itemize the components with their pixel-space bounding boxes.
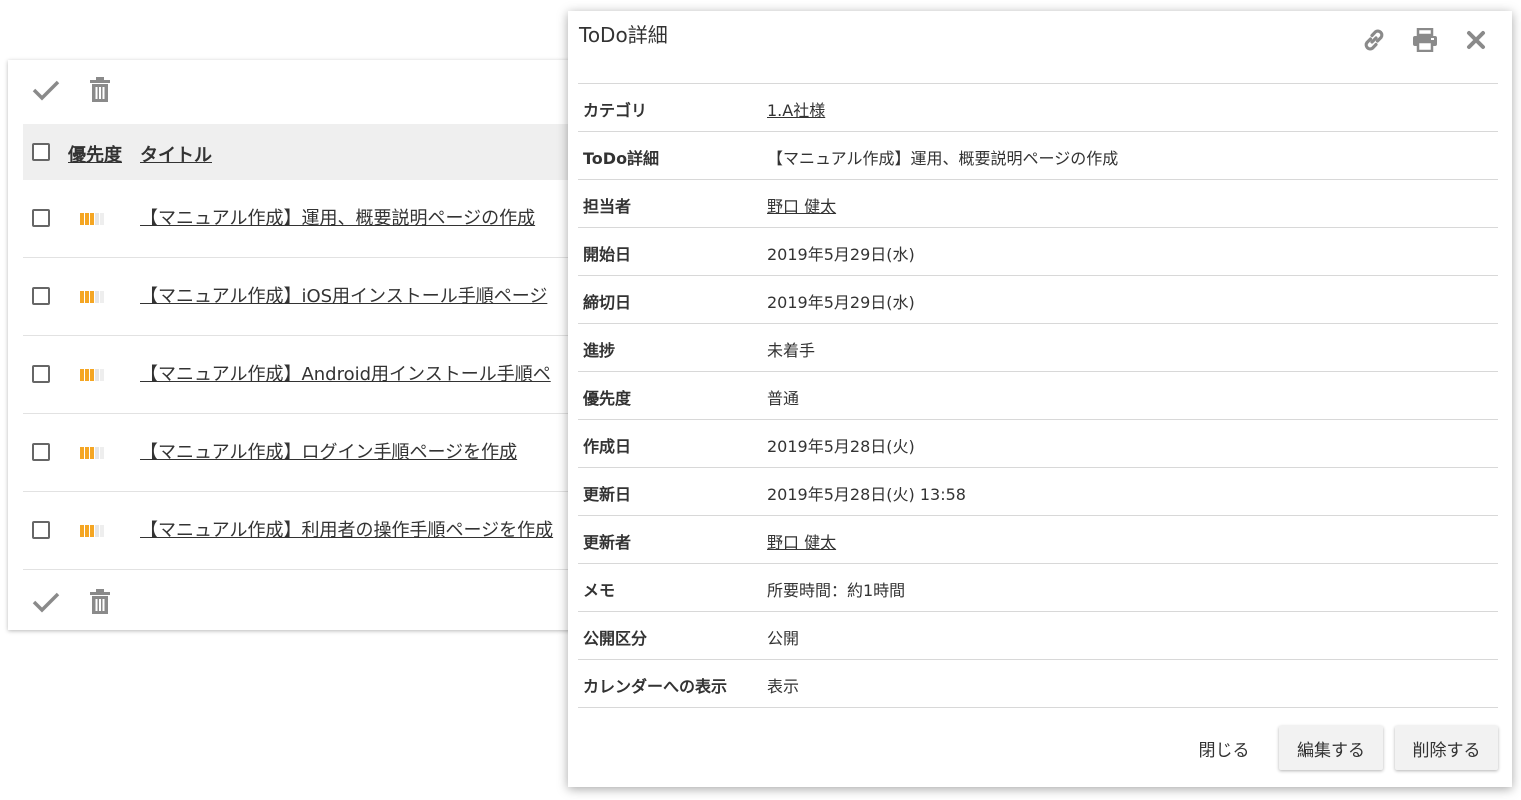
row-checkbox[interactable] [32,287,50,305]
priority-indicator [80,525,104,537]
detail-row-category: カテゴリ 1.A社様 [578,84,1498,132]
detail-label: カレンダーへの表示 [583,677,728,696]
detail-row-progress: 進捗 未着手 [578,324,1498,372]
detail-row-assignee: 担当者 野口 健太 [578,180,1498,228]
detail-value: 表示 [767,677,800,696]
row-checkbox[interactable] [32,443,50,461]
todo-rows: 【マニュアル作成】運用、概要説明ページの作成 【マニュアル作成】iOS用インスト… [23,180,608,570]
detail-label: ToDo詳細 [583,149,660,168]
detail-table: カテゴリ 1.A社様 ToDo詳細 【マニュアル作成】運用、概要説明ページの作成… [578,83,1498,708]
list-toolbar-top [8,60,608,116]
select-all-checkbox[interactable] [32,143,50,161]
list-toolbar-bottom [8,572,608,628]
detail-row-updated: 更新日 2019年5月28日(火) 13:58 [578,468,1498,516]
detail-value: 2019年5月28日(火) 13:58 [767,485,966,504]
dialog-footer: 閉じる 編集する 削除する [568,726,1512,772]
detail-row-priority: 優先度 普通 [578,372,1498,420]
detail-row-calendar: カレンダーへの表示 表示 [578,660,1498,708]
detail-label: 作成日 [583,437,632,456]
close-icon[interactable] [1461,25,1491,55]
delete-button[interactable]: 削除する [1395,726,1498,770]
trash-icon[interactable] [84,586,116,618]
updater-link[interactable]: 野口 健太 [767,529,836,553]
title-column-header[interactable]: タイトル [140,141,212,167]
detail-row-created: 作成日 2019年5月28日(火) [578,420,1498,468]
category-link[interactable]: 1.A社様 [767,97,825,121]
detail-value: 2019年5月29日(水) [767,293,915,312]
table-row: 【マニュアル作成】iOS用インストール手順ページ [23,258,608,336]
check-icon[interactable] [30,586,62,618]
detail-value: 2019年5月29日(水) [767,245,915,264]
list-header: 優先度 タイトル [23,124,608,180]
table-row: 【マニュアル作成】利用者の操作手順ページを作成 [23,492,608,570]
priority-indicator [80,213,104,225]
todo-list-panel: 優先度 タイトル 【マニュアル作成】運用、概要説明ページの作成 【マニュアル作成… [8,60,608,630]
detail-row-start-date: 開始日 2019年5月29日(水) [578,228,1498,276]
dialog-title: ToDo詳細 [579,23,668,47]
detail-label: 開始日 [583,245,632,264]
todo-title-link[interactable]: 【マニュアル作成】Android用インストール手順ペ [140,360,608,386]
assignee-link[interactable]: 野口 健太 [767,193,836,217]
edit-button[interactable]: 編集する [1279,726,1383,770]
detail-label: 更新者 [583,533,632,552]
print-icon[interactable] [1410,25,1440,55]
table-row: 【マニュアル作成】運用、概要説明ページの作成 [23,180,608,258]
link-icon[interactable] [1359,25,1389,55]
todo-detail-dialog: ToDo詳細 カテゴリ 1.A社様 ToDo詳細 【マニュアル作成】運用、概要説… [568,11,1512,787]
trash-icon[interactable] [84,74,116,106]
detail-label: 更新日 [583,485,632,504]
detail-label: メモ [583,581,616,600]
todo-title-link[interactable]: 【マニュアル作成】利用者の操作手順ページを作成 [140,516,608,542]
detail-value: 普通 [767,389,800,408]
priority-indicator [80,369,104,381]
detail-row-memo: メモ 所要時間：約1時間 [578,564,1498,612]
priority-indicator [80,291,104,303]
todo-title-link[interactable]: 【マニュアル作成】ログイン手順ページを作成 [140,438,608,464]
detail-label: 担当者 [583,197,632,216]
detail-label: 優先度 [583,389,632,408]
todo-title-link[interactable]: 【マニュアル作成】iOS用インストール手順ページ [140,282,608,308]
detail-row-updater: 更新者 野口 健太 [578,516,1498,564]
detail-label: 締切日 [583,293,632,312]
detail-value: 2019年5月28日(火) [767,437,915,456]
detail-label: 公開区分 [583,629,648,648]
todo-title-link[interactable]: 【マニュアル作成】運用、概要説明ページの作成 [140,204,608,230]
detail-row-visibility: 公開区分 公開 [578,612,1498,660]
detail-value: 未着手 [767,341,816,360]
close-button[interactable]: 閉じる [1186,726,1262,770]
priority-column-header[interactable]: 優先度 [68,141,122,167]
detail-row-due-date: 締切日 2019年5月29日(水) [578,276,1498,324]
detail-label: カテゴリ [583,101,648,120]
row-checkbox[interactable] [32,365,50,383]
detail-label: 進捗 [583,341,616,360]
detail-value: 公開 [767,629,800,648]
detail-row-todo: ToDo詳細 【マニュアル作成】運用、概要説明ページの作成 [578,132,1498,180]
priority-indicator [80,447,104,459]
row-checkbox[interactable] [32,209,50,227]
detail-value: 【マニュアル作成】運用、概要説明ページの作成 [767,149,1119,168]
table-row: 【マニュアル作成】Android用インストール手順ペ [23,336,608,414]
check-icon[interactable] [30,74,62,106]
row-checkbox[interactable] [32,521,50,539]
detail-value: 所要時間：約1時間 [767,581,906,600]
table-row: 【マニュアル作成】ログイン手順ページを作成 [23,414,608,492]
